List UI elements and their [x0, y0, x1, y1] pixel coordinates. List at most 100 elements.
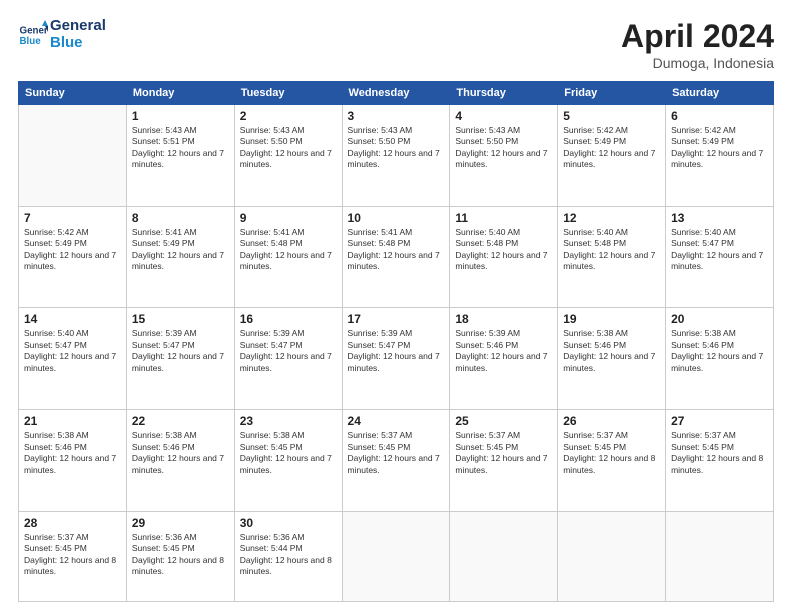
weekday-header: Tuesday — [234, 82, 342, 105]
cell-details: Sunrise: 5:37 AM Sunset: 5:45 PM Dayligh… — [455, 430, 552, 476]
cell-details: Sunrise: 5:38 AM Sunset: 5:46 PM Dayligh… — [563, 328, 660, 374]
cell-details: Sunrise: 5:39 AM Sunset: 5:47 PM Dayligh… — [240, 328, 337, 374]
calendar-cell: 9 Sunrise: 5:41 AM Sunset: 5:48 PM Daylig… — [234, 206, 342, 308]
day-number: 2 — [240, 109, 337, 123]
day-number: 28 — [24, 516, 121, 530]
cell-details: Sunrise: 5:39 AM Sunset: 5:47 PM Dayligh… — [348, 328, 445, 374]
cell-details: Sunrise: 5:38 AM Sunset: 5:46 PM Dayligh… — [132, 430, 229, 476]
calendar-week-row: 14Sunrise: 5:40 AM Sunset: 5:47 PM Dayli… — [19, 308, 774, 410]
cell-details: Sunrise: 5:41 AM Sunset: 5:48 PM Dayligh… — [348, 227, 445, 273]
day-number: 23 — [240, 414, 337, 428]
calendar-cell: 16 Sunrise: 5:39 AM Sunset: 5:47 PM Dayli… — [234, 308, 342, 410]
weekday-header: Friday — [558, 82, 666, 105]
calendar-cell: 27 Sunrise: 5:37 AM Sunset: 5:45 PM Dayli… — [666, 410, 774, 512]
day-number: 21 — [24, 414, 121, 428]
calendar-cell: 3 Sunrise: 5:43 AM Sunset: 5:50 PM Daylig… — [342, 105, 450, 207]
calendar-header-row: SundayMondayTuesdayWednesdayThursdayFrid… — [19, 82, 774, 105]
weekday-header: Monday — [126, 82, 234, 105]
day-number: 20 — [671, 312, 768, 326]
calendar-cell: 23 Sunrise: 5:38 AM Sunset: 5:45 PM Dayli… — [234, 410, 342, 512]
day-number: 19 — [563, 312, 660, 326]
logo-blue: Blue — [50, 35, 106, 52]
cell-details: Sunrise: 5:37 AM Sunset: 5:45 PM Dayligh… — [563, 430, 660, 476]
cell-details: Sunrise: 5:43 AM Sunset: 5:51 PM Dayligh… — [132, 125, 229, 171]
cell-details: Sunrise: 5:40 AM Sunset: 5:47 PM Dayligh… — [24, 328, 121, 374]
cell-details: Sunrise: 5:36 AM Sunset: 5:44 PM Dayligh… — [240, 532, 337, 578]
day-number: 16 — [240, 312, 337, 326]
day-number: 4 — [455, 109, 552, 123]
cell-details: Sunrise: 5:42 AM Sunset: 5:49 PM Dayligh… — [671, 125, 768, 171]
cell-details: Sunrise: 5:39 AM Sunset: 5:46 PM Dayligh… — [455, 328, 552, 374]
cell-details: Sunrise: 5:41 AM Sunset: 5:48 PM Dayligh… — [240, 227, 337, 273]
cell-details: Sunrise: 5:39 AM Sunset: 5:47 PM Dayligh… — [132, 328, 229, 374]
cell-details: Sunrise: 5:42 AM Sunset: 5:49 PM Dayligh… — [24, 227, 121, 273]
cell-details: Sunrise: 5:38 AM Sunset: 5:45 PM Dayligh… — [240, 430, 337, 476]
cell-details: Sunrise: 5:40 AM Sunset: 5:48 PM Dayligh… — [455, 227, 552, 273]
calendar-cell: 2 Sunrise: 5:43 AM Sunset: 5:50 PM Daylig… — [234, 105, 342, 207]
calendar-cell: 4 Sunrise: 5:43 AM Sunset: 5:50 PM Daylig… — [450, 105, 558, 207]
calendar-cell: 14Sunrise: 5:40 AM Sunset: 5:47 PM Dayli… — [19, 308, 127, 410]
calendar-cell: 11 Sunrise: 5:40 AM Sunset: 5:48 PM Dayli… — [450, 206, 558, 308]
page: General Blue General Blue April 2024 Dum… — [0, 0, 792, 612]
day-number: 29 — [132, 516, 229, 530]
cell-details: Sunrise: 5:43 AM Sunset: 5:50 PM Dayligh… — [240, 125, 337, 171]
day-number: 7 — [24, 211, 121, 225]
cell-details: Sunrise: 5:40 AM Sunset: 5:47 PM Dayligh… — [671, 227, 768, 273]
day-number: 30 — [240, 516, 337, 530]
calendar-cell: 1 Sunrise: 5:43 AM Sunset: 5:51 PM Daylig… — [126, 105, 234, 207]
calendar-cell — [666, 511, 774, 601]
day-number: 1 — [132, 109, 229, 123]
header: General Blue General Blue April 2024 Dum… — [18, 18, 774, 71]
calendar-cell: 24 Sunrise: 5:37 AM Sunset: 5:45 PM Dayli… — [342, 410, 450, 512]
calendar-cell: 26 Sunrise: 5:37 AM Sunset: 5:45 PM Dayli… — [558, 410, 666, 512]
calendar-cell: 20Sunrise: 5:38 AM Sunset: 5:46 PM Dayli… — [666, 308, 774, 410]
cell-details: Sunrise: 5:40 AM Sunset: 5:48 PM Dayligh… — [563, 227, 660, 273]
logo: General Blue General Blue — [18, 18, 106, 51]
day-number: 22 — [132, 414, 229, 428]
cell-details: Sunrise: 5:37 AM Sunset: 5:45 PM Dayligh… — [348, 430, 445, 476]
cell-details: Sunrise: 5:42 AM Sunset: 5:49 PM Dayligh… — [563, 125, 660, 171]
day-number: 26 — [563, 414, 660, 428]
calendar-cell: 5 Sunrise: 5:42 AM Sunset: 5:49 PM Daylig… — [558, 105, 666, 207]
day-number: 25 — [455, 414, 552, 428]
calendar-cell: 10 Sunrise: 5:41 AM Sunset: 5:48 PM Dayli… — [342, 206, 450, 308]
calendar-cell: 8 Sunrise: 5:41 AM Sunset: 5:49 PM Daylig… — [126, 206, 234, 308]
logo-icon: General Blue — [18, 20, 48, 50]
calendar-week-row: 28 Sunrise: 5:37 AM Sunset: 5:45 PM Dayli… — [19, 511, 774, 601]
calendar-cell: 19 Sunrise: 5:38 AM Sunset: 5:46 PM Dayli… — [558, 308, 666, 410]
calendar-cell: 6 Sunrise: 5:42 AM Sunset: 5:49 PM Daylig… — [666, 105, 774, 207]
day-number: 3 — [348, 109, 445, 123]
calendar-cell: 12Sunrise: 5:40 AM Sunset: 5:48 PM Dayli… — [558, 206, 666, 308]
calendar-cell: 15 Sunrise: 5:39 AM Sunset: 5:47 PM Dayli… — [126, 308, 234, 410]
day-number: 18 — [455, 312, 552, 326]
calendar-cell: 29Sunrise: 5:36 AM Sunset: 5:45 PM Dayli… — [126, 511, 234, 601]
day-number: 11 — [455, 211, 552, 225]
day-number: 5 — [563, 109, 660, 123]
calendar-cell: 17 Sunrise: 5:39 AM Sunset: 5:47 PM Dayli… — [342, 308, 450, 410]
cell-details: Sunrise: 5:43 AM Sunset: 5:50 PM Dayligh… — [455, 125, 552, 171]
day-number: 6 — [671, 109, 768, 123]
svg-text:Blue: Blue — [20, 36, 42, 47]
calendar-table: SundayMondayTuesdayWednesdayThursdayFrid… — [18, 81, 774, 602]
day-number: 8 — [132, 211, 229, 225]
day-number: 24 — [348, 414, 445, 428]
month-title: April 2024 — [621, 18, 774, 55]
day-number: 10 — [348, 211, 445, 225]
day-number: 9 — [240, 211, 337, 225]
day-number: 15 — [132, 312, 229, 326]
day-number: 17 — [348, 312, 445, 326]
calendar-cell: 28 Sunrise: 5:37 AM Sunset: 5:45 PM Dayli… — [19, 511, 127, 601]
cell-details: Sunrise: 5:37 AM Sunset: 5:45 PM Dayligh… — [671, 430, 768, 476]
cell-details: Sunrise: 5:41 AM Sunset: 5:49 PM Dayligh… — [132, 227, 229, 273]
calendar-cell: 21Sunrise: 5:38 AM Sunset: 5:46 PM Dayli… — [19, 410, 127, 512]
cell-details: Sunrise: 5:43 AM Sunset: 5:50 PM Dayligh… — [348, 125, 445, 171]
calendar-cell — [19, 105, 127, 207]
calendar-cell: 18 Sunrise: 5:39 AM Sunset: 5:46 PM Dayli… — [450, 308, 558, 410]
cell-details: Sunrise: 5:37 AM Sunset: 5:45 PM Dayligh… — [24, 532, 121, 578]
calendar-cell: 7 Sunrise: 5:42 AM Sunset: 5:49 PM Daylig… — [19, 206, 127, 308]
day-number: 27 — [671, 414, 768, 428]
calendar-cell — [558, 511, 666, 601]
calendar-cell — [342, 511, 450, 601]
svg-text:General: General — [20, 25, 49, 36]
calendar-cell: 13Sunrise: 5:40 AM Sunset: 5:47 PM Dayli… — [666, 206, 774, 308]
